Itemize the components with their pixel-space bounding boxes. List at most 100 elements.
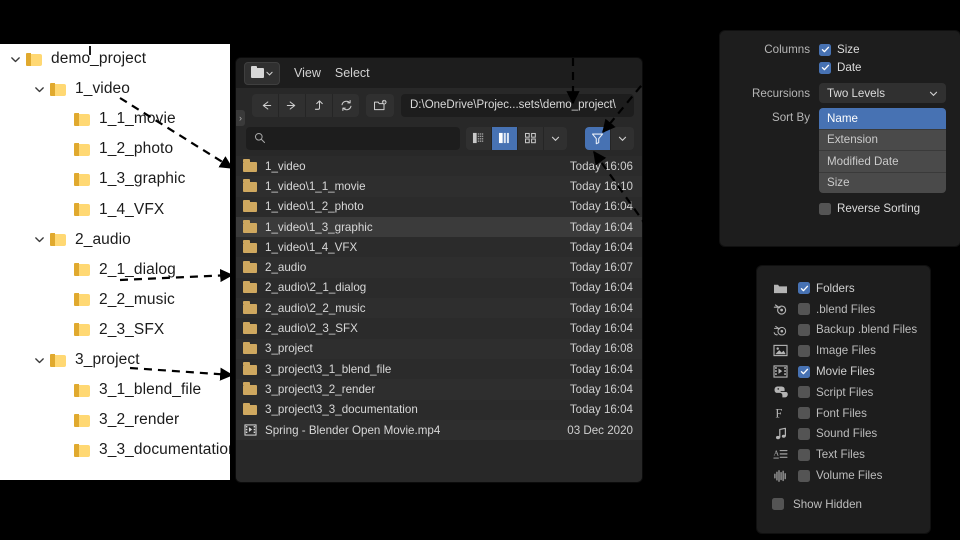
folder-icon [243, 260, 258, 274]
file-list[interactable]: 1_video Today 16:06 1_video\1_1_movie Today… [236, 154, 642, 482]
show-hidden-row: Show Hidden [757, 498, 930, 511]
show-hidden-checkbox[interactable] [772, 498, 784, 511]
sort-option-modified-date[interactable]: Modified Date [819, 151, 946, 173]
tree-item-2_1_dialog[interactable]: 2_1_dialog [0, 255, 176, 285]
file-row[interactable]: 2_audio\2_2_music Today 16:04 [236, 298, 642, 319]
file-row[interactable]: 2_audio\2_3_SFX Today 16:04 [236, 318, 642, 339]
parent-directory-button[interactable] [306, 93, 333, 117]
search-input[interactable] [246, 126, 461, 150]
editor-type-selector[interactable] [244, 61, 280, 85]
file-name: 3_project [265, 342, 313, 356]
file-row[interactable]: 3_project\3_3_documentation Today 16:04 [236, 399, 642, 420]
menu-select[interactable]: Select [335, 66, 370, 80]
display-mode-horizontal-list[interactable] [492, 126, 518, 150]
tree-item-3_3_documentation[interactable]: 3_3_documentation [0, 435, 230, 465]
display-options-dropdown[interactable] [543, 126, 567, 150]
tree-item-2_3_SFX[interactable]: 2_3_SFX [0, 315, 164, 345]
tree-item-1_1_movie[interactable]: 1_1_movie [0, 104, 176, 134]
filter-row-sound-files[interactable]: Sound Files [757, 424, 930, 445]
filter-checkbox[interactable] [798, 303, 810, 316]
columns-size-checkbox[interactable] [819, 43, 831, 56]
filter-checkbox[interactable] [798, 365, 810, 378]
filter-row-image-files[interactable]: Image Files [757, 340, 930, 361]
file-row[interactable]: 3_project\3_2_render Today 16:04 [236, 379, 642, 400]
filter-checkbox[interactable] [798, 407, 810, 420]
tree-item-2_2_music[interactable]: 2_2_music [0, 285, 175, 315]
back-button[interactable] [252, 93, 279, 117]
filter-toggle-button[interactable] [585, 126, 612, 150]
arrow-up-parent-icon [314, 99, 323, 110]
chevron-down-icon[interactable] [28, 345, 50, 375]
forward-button[interactable] [279, 93, 306, 117]
check-icon [800, 285, 808, 292]
file-name: 2_audio [265, 261, 307, 275]
create-new-directory-button[interactable] [366, 93, 394, 117]
file-row[interactable]: 3_project Today 16:08 [236, 338, 642, 359]
music-note-icon [772, 426, 789, 442]
reverse-sorting-checkbox[interactable] [819, 202, 831, 215]
filter-row-backup-blend-files[interactable]: Backup .blend Files [757, 320, 930, 341]
filter-checkbox[interactable] [798, 427, 810, 440]
chevron-down-icon[interactable] [4, 44, 26, 74]
file-row[interactable]: 1_video Today 16:06 [236, 156, 642, 177]
sort-option-extension[interactable]: Extension [819, 129, 946, 151]
display-mode-vertical-list[interactable] [466, 126, 493, 150]
directory-path-input[interactable]: D:\OneDrive\Projec...sets\demo_project\ [401, 93, 634, 117]
filter-checkbox[interactable] [798, 282, 810, 295]
file-row[interactable]: 1_video\1_1_movie Today 16:10 [236, 176, 642, 197]
file-date: Today 16:06 [569, 159, 633, 173]
tree-item-2_audio[interactable]: 2_audio [0, 225, 131, 255]
sort-option-name[interactable]: Name [819, 108, 946, 130]
filter-checkbox[interactable] [798, 323, 810, 336]
tree-item-1_4_VFX[interactable]: 1_4_VFX [0, 195, 164, 225]
filter-row-script-files[interactable]: Script Files [757, 382, 930, 403]
tree-item-3_1_blend_file[interactable]: 3_1_blend_file [0, 375, 201, 405]
columns-date-checkbox[interactable] [819, 61, 831, 74]
filter-options-dropdown[interactable] [611, 126, 634, 150]
file-type-filter-popover[interactable]: Folders .blend Files Backup .blend Files Im… [757, 266, 930, 533]
folder-icon [243, 179, 258, 193]
file-name: 2_audio\2_2_music [265, 301, 366, 315]
horizontal-list-icon [499, 132, 510, 144]
filter-checkbox[interactable] [798, 386, 810, 399]
folder-icon [243, 301, 258, 315]
filter-row-text-files[interactable]: A Text Files [757, 444, 930, 465]
sort-by-list[interactable]: Name Extension Modified Date Size [819, 108, 946, 193]
blender-file-browser-window[interactable]: View Select D:\OneDrive\Projec...sets\de… [236, 58, 642, 482]
explorer-tree-panel[interactable]: demo_project 1_video 1_1_movie 1_2_photo 1_3… [0, 44, 230, 480]
display-mode-thumbnails[interactable] [518, 126, 544, 150]
file-row[interactable]: 1_video\1_3_graphic Today 16:04 [236, 216, 642, 238]
tree-item-1_3_graphic[interactable]: 1_3_graphic [0, 164, 185, 194]
filter-checkbox[interactable] [798, 344, 810, 357]
chevron-down-icon[interactable] [28, 74, 50, 104]
filter-checkbox[interactable] [798, 469, 810, 482]
file-row[interactable]: 1_video\1_4_VFX Today 16:04 [236, 237, 642, 258]
sidebar-expand-tab[interactable]: › [236, 110, 245, 126]
filter-row-volume-files[interactable]: Volume Files [757, 465, 930, 486]
filter-row-font-files[interactable]: F Font Files [757, 403, 930, 424]
tree-item-3_project[interactable]: 3_project [0, 345, 140, 375]
display-options-popover[interactable]: Columns Size Date Recursions Two Levels … [720, 31, 960, 246]
sort-option-size[interactable]: Size [819, 172, 946, 193]
tree-item-3_2_render[interactable]: 3_2_render [0, 405, 179, 435]
filter-row-movie-files[interactable]: Movie Files [757, 361, 930, 382]
menu-view[interactable]: View [294, 66, 321, 80]
refresh-button[interactable] [333, 94, 359, 117]
filter-checkbox[interactable] [798, 448, 810, 461]
chevron-down-icon[interactable] [28, 225, 50, 255]
file-date: Today 16:04 [569, 281, 633, 295]
tree-item-label: 1_2_photo [99, 140, 174, 158]
filter-row-folders[interactable]: Folders [757, 278, 930, 299]
tree-item-demo_project[interactable]: demo_project [0, 44, 146, 74]
tree-item-1_2_photo[interactable]: 1_2_photo [0, 134, 173, 164]
file-name: 2_audio\2_1_dialog [265, 281, 367, 295]
file-row[interactable]: 3_project\3_1_blend_file Today 16:04 [236, 358, 642, 380]
filter-row-blend-files[interactable]: .blend Files [757, 299, 930, 320]
new-folder-icon [374, 99, 387, 110]
recursions-dropdown[interactable]: Two Levels [819, 83, 946, 103]
file-row[interactable]: 1_video\1_2_photo Today 16:04 [236, 196, 642, 217]
file-row[interactable]: Spring - Blender Open Movie.mp4 03 Dec 20… [236, 419, 642, 441]
file-row[interactable]: 2_audio\2_1_dialog Today 16:04 [236, 277, 642, 299]
tree-item-1_video[interactable]: 1_video [0, 74, 130, 104]
file-row[interactable]: 2_audio Today 16:07 [236, 257, 642, 278]
